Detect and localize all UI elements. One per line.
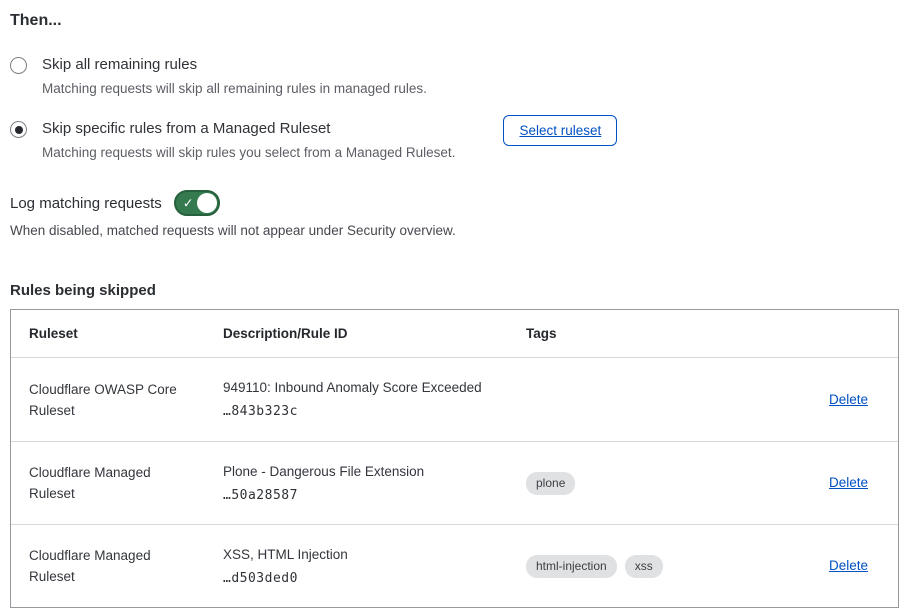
delete-link[interactable]: Delete <box>829 392 868 407</box>
table-row: Cloudflare OWASP Core Ruleset 949110: In… <box>11 358 898 441</box>
then-heading: Then... <box>10 12 899 30</box>
tags-cell: plone <box>526 472 826 495</box>
tag-badge: html-injection <box>526 555 617 578</box>
rule-description: Plone - Dangerous File Extension <box>223 464 506 479</box>
radio-skip-all-remaining[interactable] <box>10 57 27 74</box>
log-matching-requests-label: Log matching requests <box>10 195 162 212</box>
option-skip-specific-rules[interactable]: Skip specific rules from a Managed Rules… <box>10 118 899 162</box>
tags-cell: html-injection xss <box>526 555 826 578</box>
check-icon: ✓ <box>183 197 194 210</box>
rules-being-skipped-heading: Rules being skipped <box>10 282 899 299</box>
log-matching-requests-toggle[interactable]: ✓ <box>174 190 220 216</box>
rule-id: …d503ded0 <box>223 571 506 586</box>
delete-link[interactable]: Delete <box>829 475 868 490</box>
actions-cell: Delete <box>826 474 868 492</box>
ruleset-name: Cloudflare OWASP Core Ruleset <box>29 379 223 421</box>
column-header-ruleset: Ruleset <box>29 326 223 341</box>
column-header-tags: Tags <box>526 326 826 341</box>
option-text: Skip specific rules from a Managed Rules… <box>42 118 455 162</box>
tag-badge: xss <box>625 555 663 578</box>
waf-skip-rule-panel: Then... Skip all remaining rules Matchin… <box>0 0 911 608</box>
option-label-skip-all[interactable]: Skip all remaining rules <box>42 54 427 76</box>
rule-description: 949110: Inbound Anomaly Score Exceeded <box>223 380 506 395</box>
log-matching-requests-row: Log matching requests ✓ <box>10 190 899 216</box>
actions-cell: Delete <box>826 391 868 409</box>
column-header-description-rule-id: Description/Rule ID <box>223 326 526 341</box>
rules-being-skipped-table: Ruleset Description/Rule ID Tags Cloudfl… <box>10 309 899 608</box>
option-text: Skip all remaining rules Matching reques… <box>42 54 427 98</box>
option-label-skip-specific[interactable]: Skip specific rules from a Managed Rules… <box>42 118 455 140</box>
rule-id: …843b323c <box>223 404 506 419</box>
delete-link[interactable]: Delete <box>829 558 868 573</box>
rule-description-cell: Plone - Dangerous File Extension …50a285… <box>223 464 526 503</box>
option-description-skip-specific: Matching requests will skip rules you se… <box>42 143 455 162</box>
rule-description-cell: XSS, HTML Injection …d503ded0 <box>223 547 526 586</box>
table-row: Cloudflare Managed Ruleset XSS, HTML Inj… <box>11 524 898 607</box>
tag-badge: plone <box>526 472 575 495</box>
option-description-skip-all: Matching requests will skip all remainin… <box>42 79 427 98</box>
log-helper-text: When disabled, matched requests will not… <box>10 223 899 238</box>
rule-description-cell: 949110: Inbound Anomaly Score Exceeded …… <box>223 380 526 419</box>
ruleset-name: Cloudflare Managed Ruleset <box>29 462 223 504</box>
table-row: Cloudflare Managed Ruleset Plone - Dange… <box>11 441 898 524</box>
rule-id: …50a28587 <box>223 488 506 503</box>
toggle-knob <box>197 193 217 213</box>
radio-skip-specific-rules[interactable] <box>10 121 27 138</box>
ruleset-name: Cloudflare Managed Ruleset <box>29 545 223 587</box>
option-skip-all-remaining[interactable]: Skip all remaining rules Matching reques… <box>10 54 899 98</box>
rule-description: XSS, HTML Injection <box>223 547 506 562</box>
select-ruleset-button[interactable]: Select ruleset <box>503 115 617 146</box>
table-header-row: Ruleset Description/Rule ID Tags <box>11 310 898 358</box>
actions-cell: Delete <box>826 557 868 575</box>
